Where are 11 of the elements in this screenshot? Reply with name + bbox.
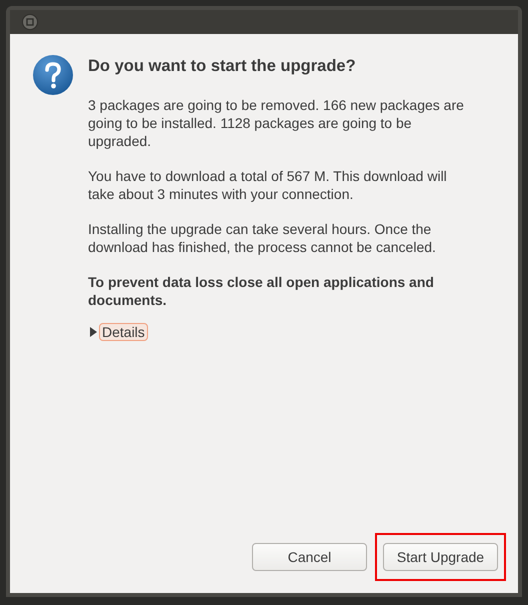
details-expander[interactable]: Details — [99, 323, 148, 341]
warning-message: To prevent data loss close all open applications and documents. — [88, 273, 435, 309]
dialog-heading: Do you want to start the upgrade? — [88, 57, 357, 76]
dialog-message: 3 packages are going to be removed. 166 new packages are going to be installed. 1128 packages are going to be upgraded. — [88, 96, 465, 150]
dialog-message: Installing the upgrade can take several hours. Once the download has finished, the process cannot be canceled. — [88, 220, 437, 256]
dialog-message: You have to download a total of 567 M. This download will take about 3 minutes with your connection. — [88, 167, 448, 203]
dialog-button[interactable]: Start Upgrade — [383, 543, 498, 571]
question-icon — [32, 54, 74, 96]
close-icon[interactable] — [22, 14, 38, 30]
dialog-button[interactable]: Cancel — [252, 543, 367, 571]
expander-icon[interactable] — [89, 327, 97, 337]
